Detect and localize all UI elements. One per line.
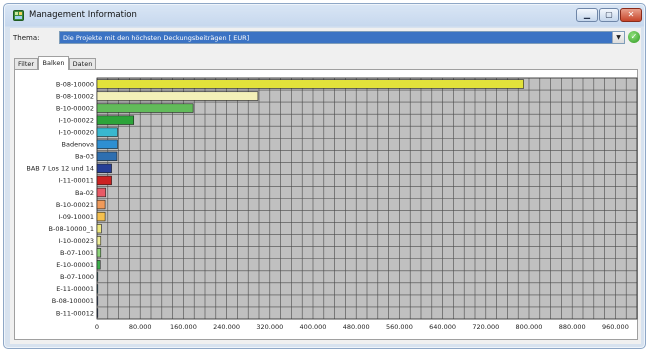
bar-B-08-10002[interactable] <box>96 91 259 101</box>
bar-chart: B-08-10000 B-08-10002 B-10-00002 I-10-00022… <box>26 77 638 331</box>
category-label: B-08-10000 <box>56 80 94 88</box>
bar-BAB 7 Los 12 und 14[interactable] <box>96 163 112 174</box>
x-tick-label: 720.000 <box>472 323 499 331</box>
tab-balken[interactable]: Balken <box>38 56 69 70</box>
category-label: B-10-00002 <box>56 104 94 112</box>
x-tick-label: 800.000 <box>516 323 543 331</box>
bar-B-07-1000[interactable] <box>96 272 99 282</box>
x-tick-label: 320.000 <box>256 323 283 331</box>
category-label: B-08-10002 <box>56 92 94 100</box>
category-label: B-07-1000 <box>60 273 94 281</box>
category-label: B-08-100001 <box>52 297 94 305</box>
bar-B-10-00002[interactable] <box>96 103 194 113</box>
x-tick-label: 160.000 <box>170 323 197 331</box>
bar-I-10-00020[interactable] <box>96 127 118 137</box>
category-label: B-08-10000_1 <box>49 225 94 233</box>
category-label: Ba-02 <box>75 189 94 197</box>
x-tick-label: 400.000 <box>300 323 327 331</box>
bar-B-10-00021[interactable] <box>96 199 106 210</box>
category-label: Badenova <box>62 141 95 149</box>
x-tick-label: 640.000 <box>429 323 456 331</box>
bar-I-10-00022[interactable] <box>96 115 135 125</box>
bar-E-11-00001[interactable] <box>96 284 99 294</box>
x-tick-label: 480.000 <box>343 323 370 331</box>
category-label: I-10-00020 <box>58 129 94 137</box>
tab-label: Balken <box>42 59 65 67</box>
x-tick-label: 960.000 <box>602 323 629 331</box>
bar-B-08-100001[interactable] <box>96 296 99 306</box>
x-tick-label: 880.000 <box>559 323 586 331</box>
bar-I-11-00011[interactable] <box>96 175 112 186</box>
bar-B-08-10000[interactable] <box>96 79 524 89</box>
bar-B-11-00012[interactable] <box>96 308 99 318</box>
bar-B-07-1001[interactable] <box>96 248 102 258</box>
bar-I-09-10001[interactable] <box>96 211 106 222</box>
category-label: E-11-00001 <box>56 285 94 293</box>
category-label: I-11-00011 <box>58 177 94 185</box>
bar-B-08-10000_1[interactable] <box>96 223 102 234</box>
x-tick-label: 0 <box>95 323 99 331</box>
category-label: B-07-1001 <box>60 249 94 257</box>
x-tick-label: 80.000 <box>129 323 152 331</box>
category-label: I-10-00023 <box>58 237 94 245</box>
category-label: Ba-03 <box>75 153 94 161</box>
category-label: BAB 7 Los 12 und 14 <box>26 165 94 173</box>
x-tick-label: 240.000 <box>213 323 240 331</box>
bar-E-10-00001[interactable] <box>96 260 101 270</box>
category-label: I-10-00022 <box>58 116 94 124</box>
x-tick-label: 560.000 <box>386 323 413 331</box>
bar-Ba-03[interactable] <box>96 151 118 161</box>
bar-Ba-02[interactable] <box>96 187 106 198</box>
bar-I-10-00023[interactable] <box>96 236 102 246</box>
category-label: B-11-00012 <box>56 309 94 317</box>
category-label: I-09-10001 <box>58 213 94 221</box>
category-label: B-10-00021 <box>56 201 94 209</box>
category-label: E-10-00001 <box>56 261 94 269</box>
bar-Badenova[interactable] <box>96 139 118 149</box>
